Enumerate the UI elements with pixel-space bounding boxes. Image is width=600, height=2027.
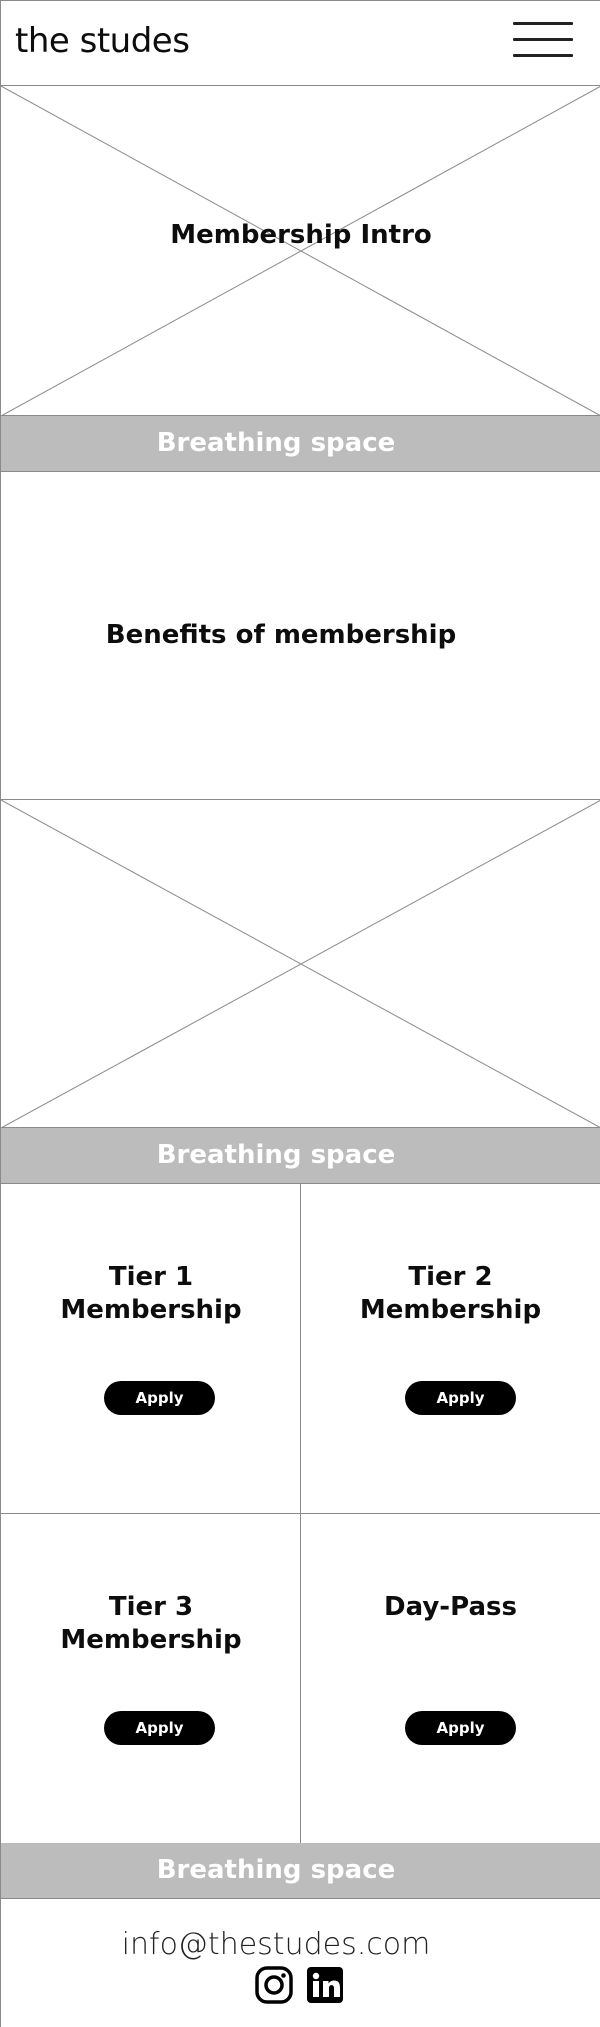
- breathing-space-label: Breathing space: [156, 428, 396, 458]
- benefits-section: Benefits of membership: [1, 472, 600, 800]
- instagram-icon[interactable]: [254, 1965, 294, 2005]
- menu-line: [513, 22, 573, 25]
- benefits-title: Benefits of membership: [105, 620, 457, 650]
- apply-button-tier-2[interactable]: Apply: [405, 1381, 516, 1415]
- site-footer: info@thestudes.com: [1, 1899, 600, 2027]
- menu-line: [513, 54, 573, 57]
- apply-button-day-pass[interactable]: Apply: [405, 1711, 516, 1745]
- linkedin-icon[interactable]: [305, 1965, 345, 2005]
- tier-title-line: Tier 3: [108, 1592, 194, 1622]
- tier-title-line: Membership: [60, 1295, 242, 1325]
- menu-line: [513, 38, 573, 41]
- brand-logo[interactable]: the studes: [15, 21, 190, 61]
- breathing-space-band: Breathing space: [1, 416, 600, 472]
- image-placeholder-section: [1, 800, 600, 1128]
- tier-card-2: Tier 2 Membership Apply: [300, 1184, 600, 1514]
- membership-intro-title: Membership Intro: [170, 220, 432, 250]
- page-frame: the studes Membership Intro Breathing sp…: [0, 0, 600, 2027]
- tier-title: Tier 1 Membership: [1, 1261, 301, 1327]
- apply-button-tier-1[interactable]: Apply: [104, 1381, 215, 1415]
- site-header: the studes: [1, 1, 600, 86]
- tier-title-line: Membership: [359, 1295, 542, 1325]
- breathing-space-band: Breathing space: [1, 1843, 600, 1899]
- tier-card-day-pass: Day-Pass Apply: [300, 1514, 600, 1844]
- membership-tiers-grid: Tier 1 Membership Apply Tier 2 Membershi…: [1, 1184, 600, 1844]
- tier-title: Tier 3 Membership: [1, 1591, 301, 1657]
- image-placeholder-icon: [1, 86, 600, 416]
- tier-title: Day-Pass: [301, 1591, 600, 1624]
- apply-button-tier-3[interactable]: Apply: [104, 1711, 215, 1745]
- tier-title-line: Membership: [60, 1625, 242, 1655]
- tier-title-line: Tier 1: [108, 1262, 194, 1292]
- tier-title: Tier 2 Membership: [301, 1261, 600, 1327]
- breathing-space-label: Breathing space: [156, 1855, 396, 1885]
- tier-title-line: Tier 2: [408, 1262, 493, 1292]
- tier-card-1: Tier 1 Membership Apply: [1, 1184, 301, 1514]
- breathing-space-band: Breathing space: [1, 1128, 600, 1184]
- membership-intro-section: Membership Intro: [1, 86, 600, 416]
- breathing-space-label: Breathing space: [156, 1140, 396, 1170]
- hamburger-menu-icon[interactable]: [511, 19, 575, 63]
- image-placeholder-icon: [1, 800, 600, 1128]
- tier-title-line: Day-Pass: [384, 1592, 517, 1622]
- tier-card-3: Tier 3 Membership Apply: [1, 1514, 301, 1844]
- contact-email-link[interactable]: info@thestudes.com: [1, 1927, 551, 1962]
